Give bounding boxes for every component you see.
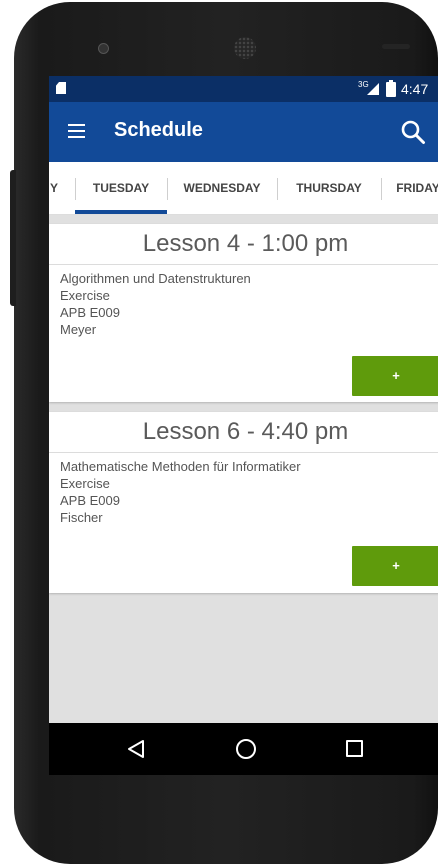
status-bar: 3G 4:47 bbox=[49, 76, 438, 102]
tab-wednesday[interactable]: WEDNESDAY bbox=[167, 162, 277, 214]
lesson-course: Algorithmen und Datenstrukturen bbox=[60, 271, 251, 286]
sd-card-icon bbox=[56, 82, 66, 94]
lesson-type: Exercise bbox=[60, 288, 110, 303]
navigation-bar bbox=[49, 723, 438, 775]
earpiece-speaker bbox=[234, 37, 256, 59]
back-icon[interactable] bbox=[127, 739, 145, 759]
app-title: Schedule bbox=[114, 119, 203, 141]
side-volume-button bbox=[10, 170, 16, 306]
tab-tuesday[interactable]: TUESDAY bbox=[75, 162, 167, 214]
lesson-teacher: Fischer bbox=[60, 510, 103, 525]
screen: 3G 4:47 Schedule Y TUESDAY WEDNESDAY THU… bbox=[49, 76, 438, 775]
add-button[interactable]: + bbox=[352, 546, 438, 586]
add-button[interactable]: + bbox=[352, 356, 438, 396]
tab-friday[interactable]: FRIDAY bbox=[381, 162, 438, 214]
lesson-card: Lesson 4 - 1:00 pm Algorithmen und Daten… bbox=[49, 224, 438, 402]
lesson-header: Lesson 6 - 4:40 pm bbox=[49, 412, 438, 453]
proximity-sensor bbox=[382, 44, 410, 49]
home-icon[interactable] bbox=[236, 739, 256, 759]
lesson-room: APB E009 bbox=[60, 493, 120, 508]
front-camera bbox=[98, 43, 109, 54]
phone-frame: 3G 4:47 Schedule Y TUESDAY WEDNESDAY THU… bbox=[14, 2, 438, 864]
lesson-course: Mathematische Methoden für Informatiker bbox=[60, 459, 301, 474]
hamburger-menu-icon[interactable] bbox=[68, 124, 85, 139]
selected-tab-indicator bbox=[75, 210, 167, 214]
lesson-card: Lesson 6 - 4:40 pm Mathematische Methode… bbox=[49, 412, 438, 593]
day-tab-bar: Y TUESDAY WEDNESDAY THURSDAY FRIDAY bbox=[49, 162, 438, 215]
search-icon[interactable] bbox=[400, 119, 426, 145]
lesson-type: Exercise bbox=[60, 476, 110, 491]
signal-icon bbox=[367, 83, 379, 95]
lesson-room: APB E009 bbox=[60, 305, 120, 320]
recents-icon[interactable] bbox=[346, 740, 363, 757]
tab-monday[interactable]: Y bbox=[49, 162, 59, 214]
lesson-header: Lesson 4 - 1:00 pm bbox=[49, 224, 438, 265]
tab-thursday[interactable]: THURSDAY bbox=[277, 162, 381, 214]
lesson-teacher: Meyer bbox=[60, 322, 97, 337]
battery-icon bbox=[386, 80, 396, 97]
status-time: 4:47 bbox=[401, 81, 429, 97]
app-bar: Schedule bbox=[49, 102, 438, 162]
